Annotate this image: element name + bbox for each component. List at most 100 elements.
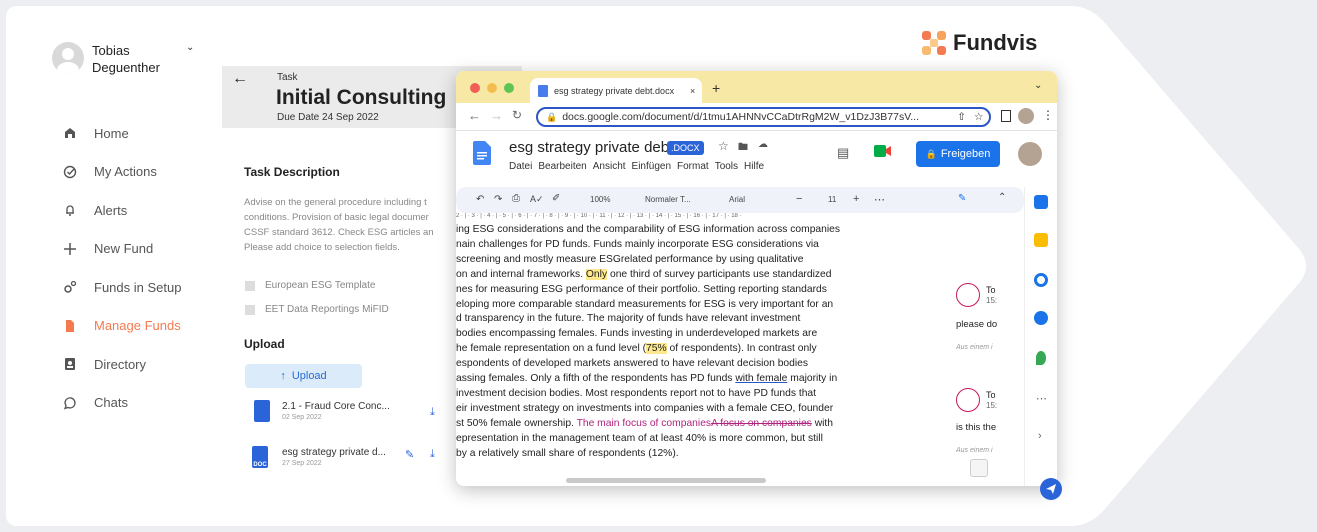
back-icon[interactable]: ← [468,108,481,123]
menu-edit[interactable]: Bearbeiten [538,161,586,172]
more-apps-icon[interactable]: ⋯ [1036,392,1047,405]
sidebar-item-label: Home [94,125,129,141]
file-item[interactable]: 2.1 - Fraud Core Conc... 02 Sep 2022 [254,400,390,422]
collapse-toolbar-icon[interactable]: ⌃ [998,192,1006,203]
sidebar-item-directory[interactable]: Directory [62,345,181,384]
print-icon[interactable]: ⎙ [512,193,520,204]
task-description-title: Task Description [244,165,340,179]
chevron-down-icon[interactable]: ⌄ [186,42,194,53]
horizontal-scrollbar[interactable] [566,478,766,483]
new-tab-icon[interactable]: + [712,80,720,96]
calendar-icon[interactable] [1034,195,1048,209]
spellcheck-icon[interactable]: A✓ [530,194,544,205]
user-menu[interactable]: Tobias Deguenther ⌄ [52,42,194,76]
redo-icon[interactable]: ↷ [494,194,502,205]
add-comment-icon[interactable] [970,459,988,477]
document-body[interactable]: ing ESG considerations and the comparabi… [456,223,861,462]
comment-card[interactable]: To 15: is this the Aus einem i [956,388,997,454]
doc-line: by a relatively small share of responden… [456,447,679,459]
maximize-window-button[interactable] [504,83,514,93]
font-select[interactable]: Arial [729,195,745,204]
sidebar-item-chats[interactable]: Chats [62,384,181,423]
keep-icon[interactable] [1034,233,1048,247]
lock-icon: 🔒 [925,148,937,159]
doc-text: st 50% female ownership. [456,417,577,429]
more-toolbar-icon[interactable]: ⋯ [874,193,885,206]
zoom-select[interactable]: 100% [590,195,610,204]
doc-title[interactable]: esg strategy private debt [509,139,673,156]
profile-avatar[interactable] [1018,108,1034,124]
reload-icon[interactable]: ↻ [512,108,522,122]
doc-line: screening and mostly measure ESGrelated … [456,253,804,265]
undo-icon[interactable]: ↶ [476,194,484,205]
ruler[interactable]: 2 · | · 3 · | · 4 · | · 5 · | · 6 · | · … [456,213,1024,223]
highlighted-text: 75% [646,343,667,355]
editing-mode-icon[interactable]: ✎ [958,193,966,204]
checkbox[interactable] [245,304,255,315]
file-date: 02 Sep 2022 [282,414,322,421]
send-icon[interactable] [1040,478,1062,500]
tab-search-icon[interactable]: ⌄ [1034,80,1042,91]
back-arrow-icon[interactable]: ← [232,70,248,88]
fundvis-logo: Fundvis [921,30,1037,56]
url-field[interactable]: 🔒 docs.google.com/document/d/1tmu1AHNNvC… [536,107,991,127]
download-icon[interactable]: ⤓ [430,448,435,461]
edit-icon[interactable]: ✎ [405,448,414,461]
tasks-icon[interactable] [1034,273,1048,287]
bookmark-star-icon[interactable]: ☆ [974,111,983,123]
menu-insert[interactable]: Einfügen [632,161,671,172]
style-select[interactable]: Normaler T... [645,195,691,204]
download-icon[interactable]: ⤓ [430,406,435,419]
doc-line: d transparency in the future. The majori… [456,313,801,325]
share-button[interactable]: 🔒 Freigeben [916,141,1000,167]
google-docs-icon[interactable] [473,141,491,165]
contacts-icon[interactable] [1034,311,1048,325]
chat-icon [62,395,78,411]
font-size-field[interactable]: 11 [828,195,836,204]
menu-format[interactable]: Format [677,161,709,172]
sidebar-item-home[interactable]: Home [62,114,181,153]
doc-line: nain challenges for PD funds. Funds main… [456,238,819,250]
paint-format-icon[interactable]: ✐ [552,193,560,204]
doc-line: epresentation in the management team of … [456,432,823,444]
forward-icon[interactable]: → [490,108,503,123]
doc-line: he female representation on a fund level… [456,342,861,357]
checkbox-label: European ESG Template [265,280,376,291]
sidebar-item-funds-in-setup[interactable]: Funds in Setup [62,268,181,307]
sidebar-item-alerts[interactable]: Alerts [62,191,181,230]
share-icon[interactable]: ⇧ [957,111,966,123]
maps-icon[interactable] [1036,351,1046,365]
move-folder-icon[interactable]: 🖿 [738,140,748,157]
sidebar-item-new-fund[interactable]: New Fund [62,230,181,269]
comment-history-icon[interactable]: ▤ [837,145,849,161]
expand-panel-icon[interactable]: › [1038,430,1042,442]
sidebar-item-label: Alerts [94,202,128,218]
menu-tools[interactable]: Tools [715,161,738,172]
account-avatar[interactable] [1018,142,1042,166]
increase-font-icon[interactable]: + [853,193,859,205]
file-item[interactable]: DOC esg strategy private d... 27 Sep 202… [252,446,386,468]
checkbox[interactable] [245,280,255,291]
more-vert-icon[interactable]: ⋮ [1042,108,1054,122]
sidebar-item-my-actions[interactable]: My Actions [62,153,181,192]
comment-card[interactable]: To 15: please do Aus einem i [956,283,997,351]
meet-icon[interactable] [874,144,896,158]
browser-tab[interactable]: esg strategy private debt.docx × [530,78,702,103]
close-tab-icon[interactable]: × [690,86,695,96]
doc-line: bodies encompassing females. Funds inves… [456,328,818,340]
menu-help[interactable]: Hilfe [744,161,764,172]
checkbox-eet-data[interactable]: EET Data Reportings MiFID [245,304,389,315]
comment-avatar [956,283,980,307]
sidebar-item-manage-funds[interactable]: Manage Funds [62,307,181,346]
star-icon[interactable]: ☆ [718,139,729,153]
checkbox-european-esg[interactable]: European ESG Template [245,280,375,291]
upload-button-label: Upload [291,370,327,382]
menu-view[interactable]: Ansicht [593,161,626,172]
upload-button[interactable]: ↑ Upload [245,364,362,388]
decrease-font-icon[interactable]: − [796,193,802,205]
doc-line: espondents of developed markets answered… [456,358,809,370]
close-window-button[interactable] [470,83,480,93]
menu-file[interactable]: Datei [509,161,532,172]
minimize-window-button[interactable] [487,83,497,93]
sidepanel-icon[interactable] [1001,110,1011,122]
